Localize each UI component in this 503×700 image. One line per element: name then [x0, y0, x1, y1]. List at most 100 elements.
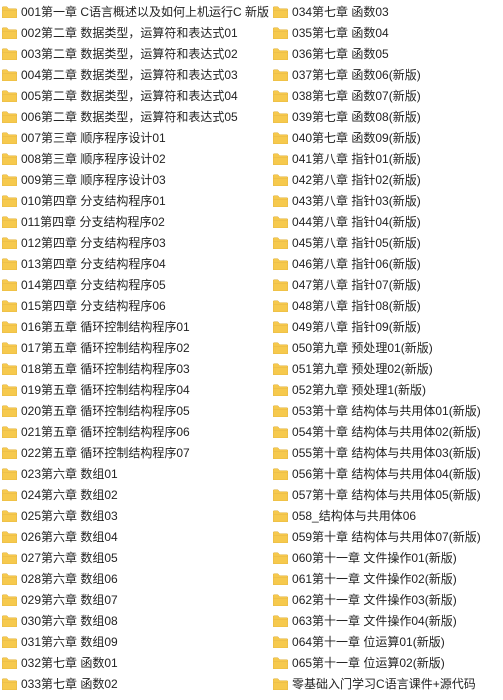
folder-item[interactable]: 037第七章 函数06(新版): [273, 67, 503, 83]
folder-item[interactable]: 049第八章 指针09(新版): [273, 319, 503, 335]
folder-label: 025第六章 数组03: [21, 508, 118, 524]
folder-item[interactable]: 026第六章 数组04: [2, 529, 269, 545]
folder-item[interactable]: 039第七章 函数08(新版): [273, 109, 503, 125]
folder-icon: [2, 678, 17, 690]
folder-item[interactable]: 033第七章 函数02: [2, 676, 269, 692]
folder-item[interactable]: 021第五章 循环控制结构程序06: [2, 424, 269, 440]
folder-item[interactable]: 025第六章 数组03: [2, 508, 269, 524]
folder-item[interactable]: 065第十一章 位运算02(新版): [273, 655, 503, 671]
folder-label: 063第十一章 文件操作04(新版): [292, 613, 457, 629]
folder-item[interactable]: 027第六章 数组05: [2, 550, 269, 566]
folder-item[interactable]: 038第七章 函数07(新版): [273, 88, 503, 104]
folder-item[interactable]: 058_结构体与共用体06: [273, 508, 503, 524]
folder-item[interactable]: 014第四章 分支结构程序05: [2, 277, 269, 293]
folder-item[interactable]: 006第二章 数据类型，运算符和表达式05: [2, 109, 269, 125]
folder-icon: [2, 69, 17, 81]
folder-item[interactable]: 064第十一章 位运算01(新版): [273, 634, 503, 650]
folder-item[interactable]: 009第三章 顺序程序设计03: [2, 172, 269, 188]
folder-label: 021第五章 循环控制结构程序06: [21, 424, 190, 440]
folder-icon: [2, 237, 17, 249]
folder-item[interactable]: 018第五章 循环控制结构程序03: [2, 361, 269, 377]
folder-label: 018第五章 循环控制结构程序03: [21, 361, 190, 377]
folder-item[interactable]: 012第四章 分支结构程序03: [2, 235, 269, 251]
folder-icon: [2, 552, 17, 564]
folder-item[interactable]: 062第十一章 文件操作03(新版): [273, 592, 503, 608]
folder-item[interactable]: 050第九章 预处理01(新版): [273, 340, 503, 356]
folder-item[interactable]: 053第十章 结构体与共用体01(新版): [273, 403, 503, 419]
folder-item[interactable]: 020第五章 循环控制结构程序05: [2, 403, 269, 419]
folder-icon: [273, 132, 288, 144]
folder-label: 003第二章 数据类型，运算符和表达式02: [21, 46, 238, 62]
folder-item[interactable]: 007第三章 顺序程序设计01: [2, 130, 269, 146]
folder-item[interactable]: 零基础入门学习C语言课件+源代码: [273, 676, 503, 692]
folder-item[interactable]: 016第五章 循环控制结构程序01: [2, 319, 269, 335]
folder-item[interactable]: 055第十章 结构体与共用体03(新版): [273, 445, 503, 461]
folder-item[interactable]: 031第六章 数组09: [2, 634, 269, 650]
folder-item[interactable]: 056第十章 结构体与共用体04(新版): [273, 466, 503, 482]
folder-item[interactable]: 004第二章 数据类型，运算符和表达式03: [2, 67, 269, 83]
folder-item[interactable]: 054第十章 结构体与共用体02(新版): [273, 424, 503, 440]
folder-item[interactable]: 032第七章 函数01: [2, 655, 269, 671]
folder-item[interactable]: 044第八章 指针04(新版): [273, 214, 503, 230]
folder-item[interactable]: 028第六章 数组06: [2, 571, 269, 587]
folder-item[interactable]: 022第五章 循环控制结构程序07: [2, 445, 269, 461]
folder-label: 039第七章 函数08(新版): [292, 109, 421, 125]
folder-item[interactable]: 063第十一章 文件操作04(新版): [273, 613, 503, 629]
folder-label: 019第五章 循环控制结构程序04: [21, 382, 190, 398]
folder-item[interactable]: 036第七章 函数05: [273, 46, 503, 62]
folder-label: 064第十一章 位运算01(新版): [292, 634, 445, 650]
folder-icon: [2, 405, 17, 417]
folder-item[interactable]: 061第十一章 文件操作02(新版): [273, 571, 503, 587]
folder-icon: [273, 216, 288, 228]
folder-icon: [2, 657, 17, 669]
folder-item[interactable]: 034第七章 函数03: [273, 4, 503, 20]
folder-item[interactable]: 010第四章 分支结构程序01: [2, 193, 269, 209]
folder-item[interactable]: 008第三章 顺序程序设计02: [2, 151, 269, 167]
folder-item[interactable]: 059第十章 结构体与共用体07(新版): [273, 529, 503, 545]
folder-label: 022第五章 循环控制结构程序07: [21, 445, 190, 461]
folder-label: 零基础入门学习C语言课件+源代码: [292, 676, 476, 692]
folder-icon: [2, 468, 17, 480]
folder-item[interactable]: 015第四章 分支结构程序06: [2, 298, 269, 314]
folder-icon: [273, 258, 288, 270]
folder-item[interactable]: 001第一章 C语言概述以及如何上机运行C 新版: [2, 4, 269, 20]
folder-item[interactable]: 051第九章 预处理02(新版): [273, 361, 503, 377]
folder-item[interactable]: 002第二章 数据类型，运算符和表达式01: [2, 25, 269, 41]
folder-icon: [2, 132, 17, 144]
folder-item[interactable]: 003第二章 数据类型，运算符和表达式02: [2, 46, 269, 62]
folder-label: 023第六章 数组01: [21, 466, 118, 482]
folder-item[interactable]: 030第六章 数组08: [2, 613, 269, 629]
folder-item[interactable]: 005第二章 数据类型，运算符和表达式04: [2, 88, 269, 104]
folder-item[interactable]: 057第十章 结构体与共用体05(新版): [273, 487, 503, 503]
folder-item[interactable]: 045第八章 指针05(新版): [273, 235, 503, 251]
folder-item[interactable]: 047第八章 指针07(新版): [273, 277, 503, 293]
folder-item[interactable]: 024第六章 数组02: [2, 487, 269, 503]
folder-icon: [273, 321, 288, 333]
folder-icon: [273, 69, 288, 81]
folder-label: 012第四章 分支结构程序03: [21, 235, 166, 251]
folder-item[interactable]: 029第六章 数组07: [2, 592, 269, 608]
folder-item[interactable]: 040第七章 函数09(新版): [273, 130, 503, 146]
folder-item[interactable]: 043第八章 指针03(新版): [273, 193, 503, 209]
folder-item[interactable]: 019第五章 循环控制结构程序04: [2, 382, 269, 398]
folder-icon: [273, 237, 288, 249]
folder-label: 049第八章 指针09(新版): [292, 319, 421, 335]
folder-item[interactable]: 023第六章 数组01: [2, 466, 269, 482]
folder-item[interactable]: 013第四章 分支结构程序04: [2, 256, 269, 272]
folder-item[interactable]: 060第十一章 文件操作01(新版): [273, 550, 503, 566]
folder-icon: [2, 363, 17, 375]
folder-item[interactable]: 046第八章 指针06(新版): [273, 256, 503, 272]
folder-item[interactable]: 041第八章 指针01(新版): [273, 151, 503, 167]
file-column-left: 001第一章 C语言概述以及如何上机运行C 新版 002第二章 数据类型，运算符和…: [2, 4, 269, 692]
folder-item[interactable]: 052第九章 预处理1(新版): [273, 382, 503, 398]
folder-item[interactable]: 011第四章 分支结构程序02: [2, 214, 269, 230]
folder-label: 001第一章 C语言概述以及如何上机运行C 新版: [21, 4, 269, 20]
folder-item[interactable]: 035第七章 函数04: [273, 25, 503, 41]
folder-icon: [273, 552, 288, 564]
folder-item[interactable]: 048第八章 指针08(新版): [273, 298, 503, 314]
folder-item[interactable]: 042第八章 指针02(新版): [273, 172, 503, 188]
folder-item[interactable]: 017第五章 循环控制结构程序02: [2, 340, 269, 356]
folder-icon: [2, 48, 17, 60]
folder-label: 050第九章 预处理01(新版): [292, 340, 433, 356]
folder-icon: [2, 279, 17, 291]
